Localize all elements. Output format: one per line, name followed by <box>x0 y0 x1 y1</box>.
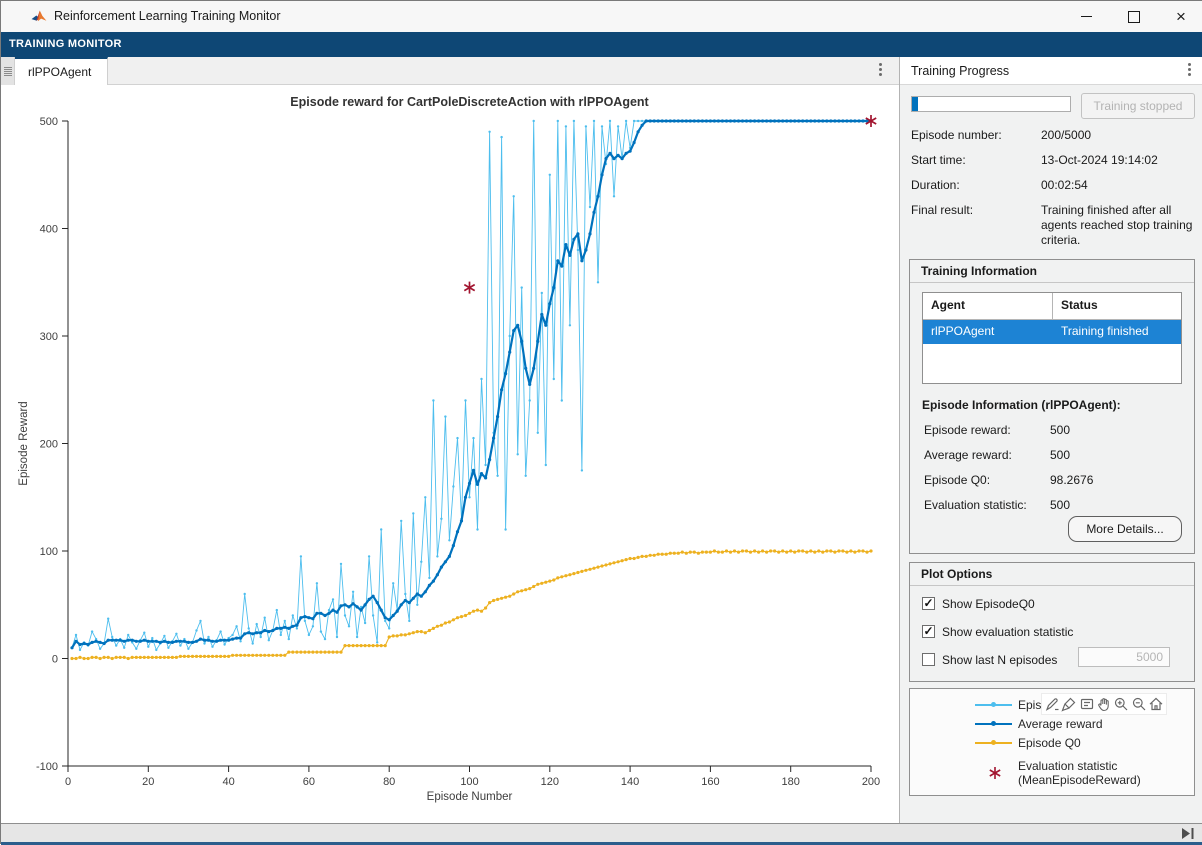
more-details-button[interactable]: More Details... <box>1068 516 1182 542</box>
svg-text:40: 40 <box>222 776 234 788</box>
table-header-row: Agent Status <box>923 293 1181 320</box>
episode-reward-value: 500 <box>1050 423 1070 437</box>
legend-episode-q0-label: Episode Q0 <box>1018 737 1183 751</box>
training-progress-bar <box>911 96 1071 112</box>
window-title: Reinforcement Learning Training Monitor <box>54 9 281 23</box>
show-last-n-episodes-checkbox[interactable] <box>922 653 935 666</box>
legend-episode-q0 <box>975 742 1012 744</box>
zoom-out-icon[interactable] <box>1131 696 1147 712</box>
legend-evaluation-statistic-label: Evaluation statistic (MeanEpisodeReward) <box>1018 760 1183 787</box>
start-time-value: 13-Oct-2024 19:14:02 <box>1041 153 1195 168</box>
final-result-label: Final result: <box>911 203 973 217</box>
svg-text:500: 500 <box>40 116 58 128</box>
average-reward-line-swatch <box>975 723 1012 725</box>
svg-text:Episode Reward: Episode Reward <box>18 401 30 485</box>
episode-number-value: 200/5000 <box>1041 128 1195 143</box>
training-stopped-button: Training stopped <box>1081 93 1195 119</box>
datatips-icon[interactable] <box>1079 696 1095 712</box>
svg-text:0: 0 <box>52 654 58 666</box>
horizontal-scrollbar[interactable] <box>1 823 1202 842</box>
svg-text:100: 100 <box>460 776 478 788</box>
svg-text:80: 80 <box>383 776 395 788</box>
agent-status-table: Agent Status rlPPOAgent Training finishe… <box>922 292 1182 384</box>
svg-text:100: 100 <box>40 546 58 558</box>
tab-list-icon <box>4 71 12 72</box>
agent-cell: rlPPOAgent <box>923 320 1053 344</box>
episode-q0-value: 98.2676 <box>1050 473 1093 487</box>
legend-average-reward-label: Average reward <box>1018 718 1183 732</box>
table-row[interactable]: rlPPOAgent Training finished <box>923 320 1181 344</box>
episode-number-label: Episode number: <box>911 128 1002 142</box>
tab-rlppoagent[interactable]: rlPPOAgent <box>15 57 108 85</box>
export-icon[interactable] <box>1044 696 1060 712</box>
svg-text:200: 200 <box>40 439 58 451</box>
matlab-logo-icon <box>31 8 48 25</box>
start-time-label: Start time: <box>911 153 966 167</box>
show-last-n-episodes-label: Show last N episodes <box>942 653 1057 667</box>
training-chart-panel: -100 0 100 200 300 400 500 0 20 40 60 80 100 120 140 16… <box>1 85 899 823</box>
title-bar: Reinforcement Learning Training Monitor … <box>1 1 1202 33</box>
app-window: { "window": { "title": "Reinforcement Le… <box>0 0 1202 844</box>
pan-icon[interactable] <box>1096 696 1112 712</box>
average-reward-label: Average reward: <box>924 448 1012 462</box>
svg-text:200: 200 <box>862 776 880 788</box>
evaluation-statistic-value: 500 <box>1050 498 1070 512</box>
legend-episode-reward <box>975 704 1012 706</box>
plot-options-title: Plot Options <box>910 563 1194 586</box>
episode-q0-label: Episode Q0: <box>924 473 990 487</box>
training-information-card: Training Information Agent Status rlPPOA… <box>909 259 1195 554</box>
panel-menu-icon[interactable] <box>1181 63 1197 81</box>
svg-text:Episode Number: Episode Number <box>427 791 513 803</box>
svg-text:160: 160 <box>701 776 719 788</box>
show-episodeq0-checkbox[interactable] <box>922 597 935 610</box>
status-cell: Training finished <box>1053 320 1181 344</box>
episode-reward-line-swatch <box>975 704 1012 706</box>
training-information-title: Training Information <box>910 260 1194 283</box>
panel-title: Training Progress <box>911 64 1009 78</box>
brush-icon[interactable] <box>1061 696 1077 712</box>
tab-overflow-menu-icon[interactable] <box>872 63 888 81</box>
svg-text:300: 300 <box>40 331 58 343</box>
svg-text:-100: -100 <box>36 761 58 773</box>
tab-label: rlPPOAgent <box>28 65 91 79</box>
zoom-in-icon[interactable] <box>1113 696 1129 712</box>
average-reward-value: 500 <box>1050 448 1070 462</box>
svg-text:400: 400 <box>40 224 58 236</box>
evaluation-asterisk-swatch <box>988 766 1002 780</box>
document-tab-bar <box>1 57 899 85</box>
minimize-icon[interactable] <box>1063 1 1109 32</box>
svg-text:Episode reward for CartPoleDis: Episode reward for CartPoleDiscreteActio… <box>290 95 649 109</box>
svg-text:120: 120 <box>541 776 559 788</box>
episode-reward-label: Episode reward: <box>924 423 1011 437</box>
last-n-episodes-input <box>1078 647 1170 667</box>
svg-text:0: 0 <box>65 776 71 788</box>
maximize-icon[interactable] <box>1111 1 1157 32</box>
episode-q0-line-swatch <box>975 742 1012 744</box>
svg-text:20: 20 <box>142 776 154 788</box>
plot-options-card: Plot Options Show EpisodeQ0 Show evaluat… <box>909 562 1195 682</box>
tab-gutter[interactable] <box>1 57 15 85</box>
close-icon[interactable]: × <box>1158 1 1202 32</box>
svg-text:180: 180 <box>782 776 800 788</box>
episode-reward-chart[interactable]: -100 0 100 200 300 400 500 0 20 40 60 80 100 120 140 16… <box>1 85 899 823</box>
duration-value: 00:02:54 <box>1041 178 1195 193</box>
toolstrip-tab-training-monitor[interactable]: TRAINING MONITOR <box>9 38 122 50</box>
agent-column-header: Agent <box>923 293 1053 319</box>
skip-to-end-icon[interactable] <box>1181 827 1195 840</box>
legend-average-reward <box>975 723 1012 725</box>
evaluation-statistic-label: Evaluation statistic: <box>924 498 1027 512</box>
duration-label: Duration: <box>911 178 960 192</box>
svg-text:140: 140 <box>621 776 639 788</box>
restore-view-icon[interactable] <box>1148 696 1164 712</box>
final-result-value: Training finished after all agents reach… <box>1041 203 1195 248</box>
show-evaluation-statistic-label: Show evaluation statistic <box>942 625 1073 639</box>
show-evaluation-statistic-checkbox[interactable] <box>922 625 935 638</box>
status-column-header: Status <box>1053 293 1181 319</box>
axes-toolbar <box>1041 693 1167 715</box>
episode-information-title: Episode Information (rlPPOAgent): <box>922 398 1121 412</box>
svg-text:60: 60 <box>303 776 315 788</box>
progress-fill <box>912 97 918 111</box>
toolstrip: TRAINING MONITOR <box>1 32 1202 57</box>
show-episodeq0-label: Show EpisodeQ0 <box>942 597 1035 611</box>
